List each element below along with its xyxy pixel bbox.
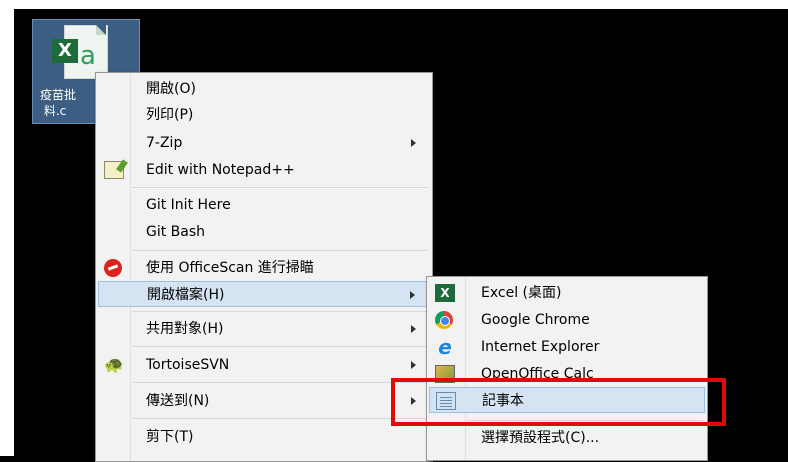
red-highlight-box [391, 378, 726, 426]
menu-item-tortoisesvn[interactable]: 🐢 TortoiseSVN [98, 352, 430, 378]
menu-separator [132, 311, 428, 312]
menu-separator [132, 418, 428, 419]
menu-item-7zip[interactable]: 7-Zip [98, 130, 430, 156]
submenu-arrow-icon [411, 361, 416, 369]
menu-item-officescan[interactable]: 使用 OfficeScan 進行掃瞄 [98, 255, 430, 281]
submenu-item-choose-default-program[interactable]: 選擇預設程式(C)... [429, 425, 705, 451]
menu-item-open[interactable]: 開啟(O) [98, 76, 430, 102]
menu-item-open-with[interactable]: 開啟檔案(H) [98, 281, 430, 307]
top-white-border [0, 0, 788, 9]
menu-separator [132, 250, 428, 251]
menu-item-share-with[interactable]: 共用對象(H) [98, 316, 430, 342]
left-white-border [0, 0, 14, 456]
submenu-item-internet-explorer[interactable]: e Internet Explorer [429, 334, 705, 360]
menu-separator [132, 187, 428, 188]
open-with-submenu: X Excel (桌面) Google Chrome e Internet Ex… [426, 276, 708, 461]
submenu-item-google-chrome[interactable]: Google Chrome [429, 307, 705, 333]
menu-item-git-init-here[interactable]: Git Init Here [98, 192, 430, 218]
menu-separator [132, 346, 428, 347]
excel-icon: X [435, 284, 455, 302]
tortoisesvn-icon: 🐢 [104, 355, 124, 374]
menu-item-print[interactable]: 列印(P) [98, 102, 430, 128]
menu-separator [132, 382, 428, 383]
notepadpp-icon [104, 161, 124, 179]
submenu-arrow-icon [411, 139, 416, 147]
menu-item-cut[interactable]: 剪下(T) [98, 424, 430, 450]
submenu-arrow-icon [411, 325, 416, 333]
officescan-icon [104, 259, 122, 277]
chrome-icon [435, 311, 453, 329]
menu-item-git-bash[interactable]: Git Bash [98, 219, 430, 245]
menu-item-edit-with-notepadpp[interactable]: Edit with Notepad++ [98, 157, 430, 183]
submenu-arrow-icon [410, 291, 415, 299]
ie-icon: e [438, 335, 452, 359]
excel-file-icon[interactable]: X a [50, 23, 110, 79]
menu-item-send-to[interactable]: 傳送到(N) [98, 388, 430, 414]
context-menu: 開啟(O) 列印(P) 7-Zip Edit with Notepad++ Gi… [95, 72, 433, 462]
submenu-item-excel[interactable]: X Excel (桌面) [429, 280, 705, 306]
